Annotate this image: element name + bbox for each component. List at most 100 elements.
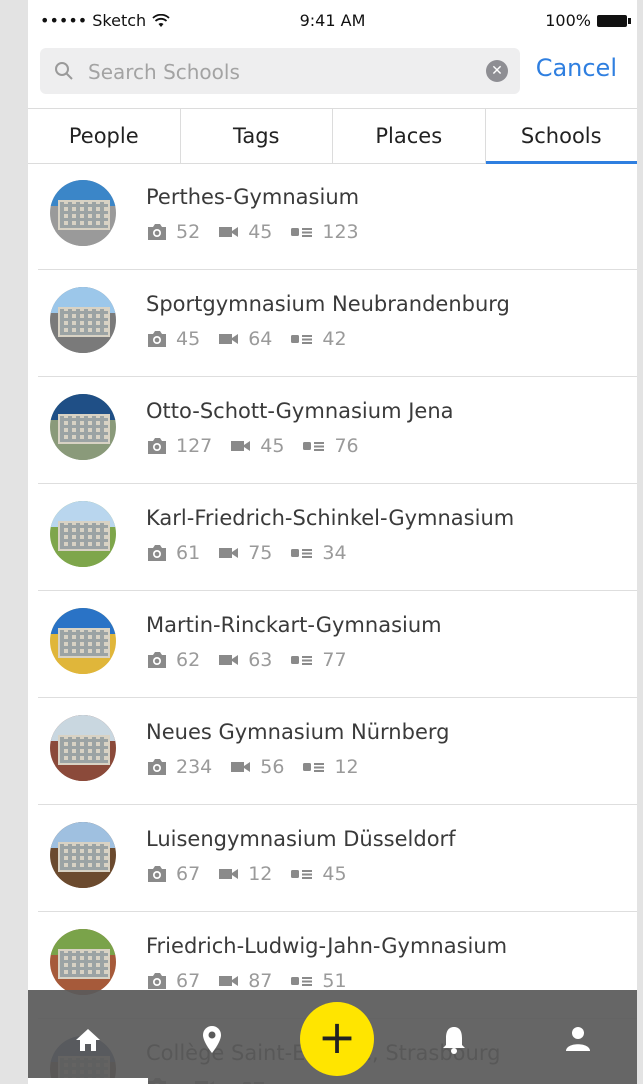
school-name: Neues Gymnasium Nürnberg	[146, 720, 450, 744]
school-avatar	[50, 501, 116, 567]
home-icon[interactable]	[68, 1020, 108, 1060]
school-name: Perthes-Gymnasium	[146, 185, 360, 209]
photo-count: 234	[176, 756, 213, 778]
tab-schools[interactable]: Schools	[485, 109, 638, 164]
video-count: 12	[248, 863, 273, 885]
home-indicator	[28, 1078, 148, 1084]
school-name: Otto-Schott-Gymnasium Jena	[146, 399, 454, 423]
photo-count: 67	[176, 970, 201, 992]
school-list-item[interactable]: Luisengymnasium Düsseldorf 67 12 45	[38, 805, 637, 912]
school-stats: 67 12 45	[146, 863, 365, 885]
posts-icon	[303, 763, 325, 772]
cancel-button[interactable]: Cancel	[536, 54, 617, 82]
video-camera-icon	[219, 334, 239, 344]
camera-icon	[148, 652, 166, 668]
school-list-item[interactable]: Martin-Rinckart-Gymnasium 62 63 77	[38, 591, 637, 698]
video-camera-icon	[219, 227, 239, 237]
video-camera-icon	[219, 548, 239, 558]
post-count: 12	[334, 756, 359, 778]
camera-icon	[148, 331, 166, 347]
search-input[interactable]	[86, 56, 470, 88]
search-box[interactable]: ✕	[40, 48, 520, 94]
school-avatar	[50, 608, 116, 674]
search-row: ✕ Cancel	[28, 48, 637, 96]
school-name: Sportgymnasium Neubrandenburg	[146, 292, 510, 316]
photo-count: 62	[176, 649, 201, 671]
school-avatar	[50, 929, 116, 995]
video-camera-icon	[219, 976, 239, 986]
tab-tags[interactable]: Tags	[181, 109, 333, 163]
post-count: 76	[334, 435, 359, 457]
photo-count: 45	[176, 328, 201, 350]
search-tabs: People Tags Places Schools	[28, 108, 637, 164]
posts-icon	[291, 656, 313, 665]
school-list-item[interactable]: Karl-Friedrich-Schinkel-Gymnasium 61 75	[38, 484, 637, 591]
school-stats: 45 64 42	[146, 328, 365, 350]
photo-count: 52	[176, 221, 201, 243]
battery-percent: 100%	[545, 11, 591, 30]
camera-icon	[148, 438, 166, 454]
posts-icon	[291, 335, 313, 344]
photo-count: 127	[176, 435, 213, 457]
video-camera-icon	[231, 441, 251, 451]
posts-icon	[291, 977, 313, 986]
photo-count: 61	[176, 542, 201, 564]
posts-icon	[303, 442, 325, 451]
post-count: 45	[322, 863, 347, 885]
school-avatar	[50, 287, 116, 353]
school-avatar	[50, 394, 116, 460]
school-avatar	[50, 822, 116, 888]
phone-screen: ••••• Sketch 9:41 AM 100% ✕ Cancel Peopl…	[28, 0, 637, 1084]
tab-people[interactable]: People	[28, 109, 181, 163]
school-avatar	[50, 715, 116, 781]
location-pin-icon[interactable]	[192, 1020, 232, 1060]
school-stats: 52 45 123	[146, 221, 377, 243]
school-stats: 127 45 76	[146, 435, 377, 457]
post-count: 51	[322, 970, 347, 992]
video-count: 56	[260, 756, 285, 778]
school-avatar	[50, 180, 116, 246]
posts-icon	[291, 870, 313, 879]
video-count: 45	[248, 221, 273, 243]
school-name: Karl-Friedrich-Schinkel-Gymnasium	[146, 506, 515, 530]
school-list-item[interactable]: Otto-Schott-Gymnasium Jena 127 45 76	[38, 377, 637, 484]
school-list-item[interactable]: Perthes-Gymnasium 52 45 123	[38, 163, 637, 270]
camera-icon	[148, 866, 166, 882]
video-camera-icon	[219, 655, 239, 665]
posts-icon	[291, 549, 313, 558]
search-icon	[55, 62, 73, 80]
video-count: 75	[248, 542, 273, 564]
school-list-item[interactable]: Neues Gymnasium Nürnberg 234 56 12	[38, 698, 637, 805]
school-list: Perthes-Gymnasium 52 45 123 Sportgymnasi…	[28, 163, 637, 1084]
school-stats: 62 63 77	[146, 649, 365, 671]
video-count: 63	[248, 649, 273, 671]
school-stats: 234 56 12	[146, 756, 377, 778]
photo-count: 67	[176, 863, 201, 885]
profile-icon[interactable]	[558, 1020, 598, 1060]
post-count: 123	[322, 221, 359, 243]
video-count: 87	[248, 970, 273, 992]
video-count: 64	[248, 328, 273, 350]
clear-search-icon[interactable]: ✕	[486, 60, 508, 82]
camera-icon	[148, 973, 166, 989]
school-stats: 61 75 34	[146, 542, 365, 564]
school-list-item[interactable]: Sportgymnasium Neubrandenburg 45 64 42	[38, 270, 637, 377]
battery-icon	[597, 14, 631, 27]
video-camera-icon	[231, 762, 251, 772]
camera-icon	[148, 545, 166, 561]
video-count: 45	[260, 435, 285, 457]
camera-icon	[148, 759, 166, 775]
post-count: 34	[322, 542, 347, 564]
video-camera-icon	[219, 869, 239, 879]
school-stats: 67 87 51	[146, 970, 365, 992]
add-button[interactable]: +	[300, 1002, 374, 1076]
bell-icon[interactable]	[434, 1020, 474, 1060]
tab-places[interactable]: Places	[333, 109, 486, 163]
post-count: 42	[322, 328, 347, 350]
posts-icon	[291, 228, 313, 237]
post-count: 77	[322, 649, 347, 671]
school-name: Martin-Rinckart-Gymnasium	[146, 613, 442, 637]
status-bar: ••••• Sketch 9:41 AM 100%	[28, 0, 637, 40]
school-name: Friedrich-Ludwig-Jahn-Gymnasium	[146, 934, 508, 958]
camera-icon	[148, 224, 166, 240]
